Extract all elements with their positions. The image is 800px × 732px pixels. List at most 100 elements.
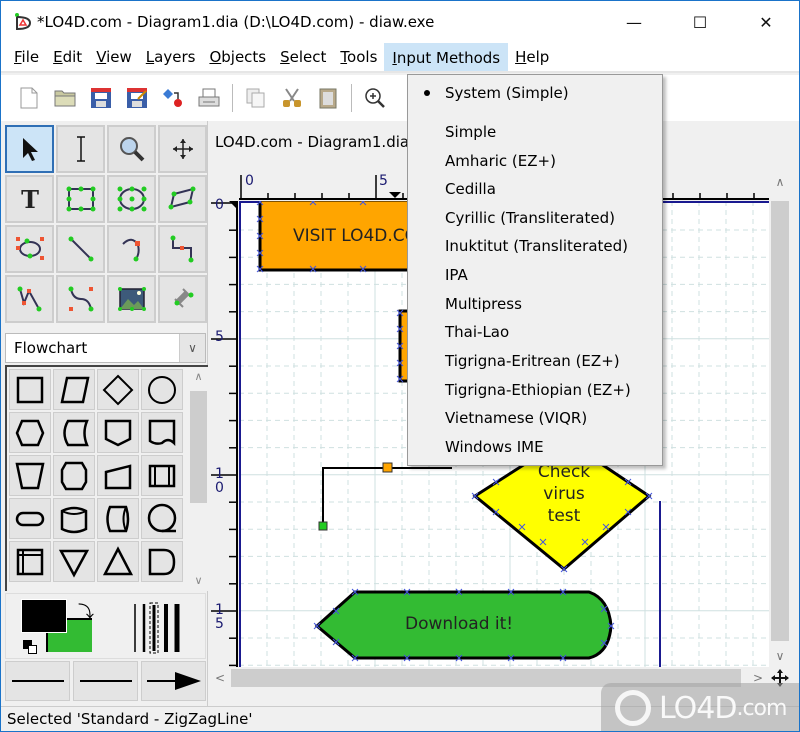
tool-box[interactable] [56, 175, 105, 223]
tool-magnify[interactable] [107, 125, 156, 173]
export-button[interactable] [155, 80, 191, 116]
tool-zigzagline[interactable] [158, 225, 207, 273]
menu-layers[interactable]: Layers [139, 43, 203, 71]
shape-manual-input[interactable] [97, 455, 139, 496]
start-arrow-selector[interactable] [5, 661, 70, 701]
line-style-selectors [5, 661, 206, 701]
shape-terminator[interactable] [9, 498, 51, 539]
scroll-down-icon[interactable]: ∨ [769, 645, 791, 667]
input-method-item[interactable]: Tigrigna-Ethiopian (EZ+) [408, 376, 662, 404]
shape-ellipse[interactable] [141, 369, 183, 410]
tool-polyline[interactable] [5, 275, 54, 323]
shape-terminal-hex[interactable] [53, 455, 95, 496]
shape-parallelogram[interactable] [53, 369, 95, 410]
input-method-item[interactable]: System (Simple) [408, 79, 662, 107]
tool-bezierline[interactable] [56, 275, 105, 323]
scroll-left-icon[interactable]: < [209, 667, 231, 689]
copy-button[interactable] [238, 80, 274, 116]
menu-view[interactable]: View [89, 43, 139, 71]
input-method-item[interactable]: IPA [408, 261, 662, 289]
menu-file[interactable]: File [7, 43, 46, 71]
box-icon [16, 376, 44, 403]
connector-midpoint-handle[interactable] [382, 462, 393, 473]
diagram-tab-title[interactable]: LO4D.com - Diagram1.dia [215, 133, 409, 151]
tool-text[interactable]: T [5, 175, 54, 223]
close-button[interactable]: ✕ [733, 1, 799, 43]
new-button[interactable] [11, 80, 47, 116]
shape-preparation[interactable] [9, 412, 51, 453]
chevron-down-icon[interactable]: ∨ [179, 334, 205, 362]
scrollbar-thumb[interactable] [190, 391, 207, 503]
tool-line[interactable] [56, 225, 105, 273]
scroll-down-icon[interactable]: ∨ [189, 571, 208, 591]
shape-internal-storage[interactable] [9, 541, 51, 582]
line-width-selector[interactable] [131, 602, 191, 654]
hruler-label-5: 5 [379, 173, 388, 189]
shape-off-page-connector[interactable] [97, 412, 139, 453]
shape-predefined-process[interactable] [141, 455, 183, 496]
tool-scroll[interactable] [158, 125, 207, 173]
shape-delay[interactable] [141, 541, 183, 582]
end-arrow-selector[interactable] [141, 661, 206, 701]
connector-endpoint-handle[interactable] [318, 521, 328, 531]
foreground-color-swatch[interactable] [21, 599, 67, 633]
paste-button[interactable] [310, 80, 346, 116]
shape-palette-scrollbar[interactable]: ∧ ∨ [189, 367, 208, 591]
shape-stored-data[interactable] [53, 412, 95, 453]
input-method-item[interactable]: Windows IME [408, 433, 662, 461]
maximize-button[interactable]: ☐ [667, 1, 733, 43]
shape-sequential-data[interactable] [141, 498, 183, 539]
shape-extract[interactable] [97, 541, 139, 582]
shape-direct-access-storage[interactable] [97, 498, 139, 539]
menu-edit[interactable]: Edit [46, 43, 89, 71]
scroll-up-icon[interactable]: ∧ [189, 367, 208, 387]
tool-ellipse[interactable] [107, 175, 156, 223]
dia-app-icon [13, 12, 33, 32]
input-method-item[interactable]: Thai-Lao [408, 318, 662, 346]
input-method-item[interactable]: Simple [408, 118, 662, 146]
scrollbar-thumb[interactable] [771, 201, 789, 641]
tool-image[interactable] [107, 275, 156, 323]
tool-arc[interactable] [107, 225, 156, 273]
menu-objects[interactable]: Objects [202, 43, 273, 71]
shape-manual-operation[interactable] [9, 455, 51, 496]
menu-tools[interactable]: Tools [333, 43, 384, 71]
cut-button[interactable] [274, 80, 310, 116]
shape-document[interactable] [141, 412, 183, 453]
tool-pointer[interactable] [5, 125, 54, 173]
shape-box[interactable] [9, 369, 51, 410]
sheet-selector[interactable]: Flowchart ∨ [5, 333, 206, 363]
zoom-in-button[interactable] [357, 80, 393, 116]
print-button[interactable] [191, 80, 227, 116]
input-method-item[interactable]: Amharic (EZ+) [408, 147, 662, 175]
shape-diamond[interactable] [97, 369, 139, 410]
open-button[interactable] [47, 80, 83, 116]
input-method-item[interactable]: Inuktitut (Transliterated) [408, 232, 662, 260]
minimize-button[interactable]: — [601, 1, 667, 43]
save-as-button[interactable] [119, 80, 155, 116]
menu-input-methods[interactable]: Input Methods [384, 43, 509, 71]
input-method-label: Cyrillic (Transliterated) [445, 209, 615, 227]
tool-text-edit[interactable] [56, 125, 105, 173]
tool-outline[interactable] [158, 275, 207, 323]
menu-select[interactable]: Select [273, 43, 333, 71]
tool-polygon[interactable] [158, 175, 207, 223]
input-method-item[interactable]: Vietnamese (VIQR) [408, 404, 662, 432]
tool-beziergon[interactable] [5, 225, 54, 273]
canvas-vertical-scrollbar[interactable]: ∧ ∨ [769, 171, 791, 667]
input-method-item[interactable]: Multipress [408, 290, 662, 318]
scroll-up-icon[interactable]: ∧ [769, 171, 791, 193]
shape-magnetic-disk[interactable] [53, 498, 95, 539]
menu-help[interactable]: Help [508, 43, 556, 71]
shape-merge[interactable] [53, 541, 95, 582]
swap-colors-icon[interactable]: ⤵ [78, 598, 94, 622]
direct-access-storage-icon [106, 505, 130, 532]
input-method-item[interactable]: Cyrillic (Transliterated) [408, 204, 662, 232]
save-button[interactable] [83, 80, 119, 116]
zigzag-connector[interactable] [322, 467, 452, 526]
toolbar-separator [232, 84, 233, 112]
default-colors-icon[interactable] [23, 640, 37, 654]
input-method-item[interactable]: Cedilla [408, 175, 662, 203]
line-style-selector[interactable] [73, 661, 138, 701]
input-method-item[interactable]: Tigrigna-Eritrean (EZ+) [408, 347, 662, 375]
